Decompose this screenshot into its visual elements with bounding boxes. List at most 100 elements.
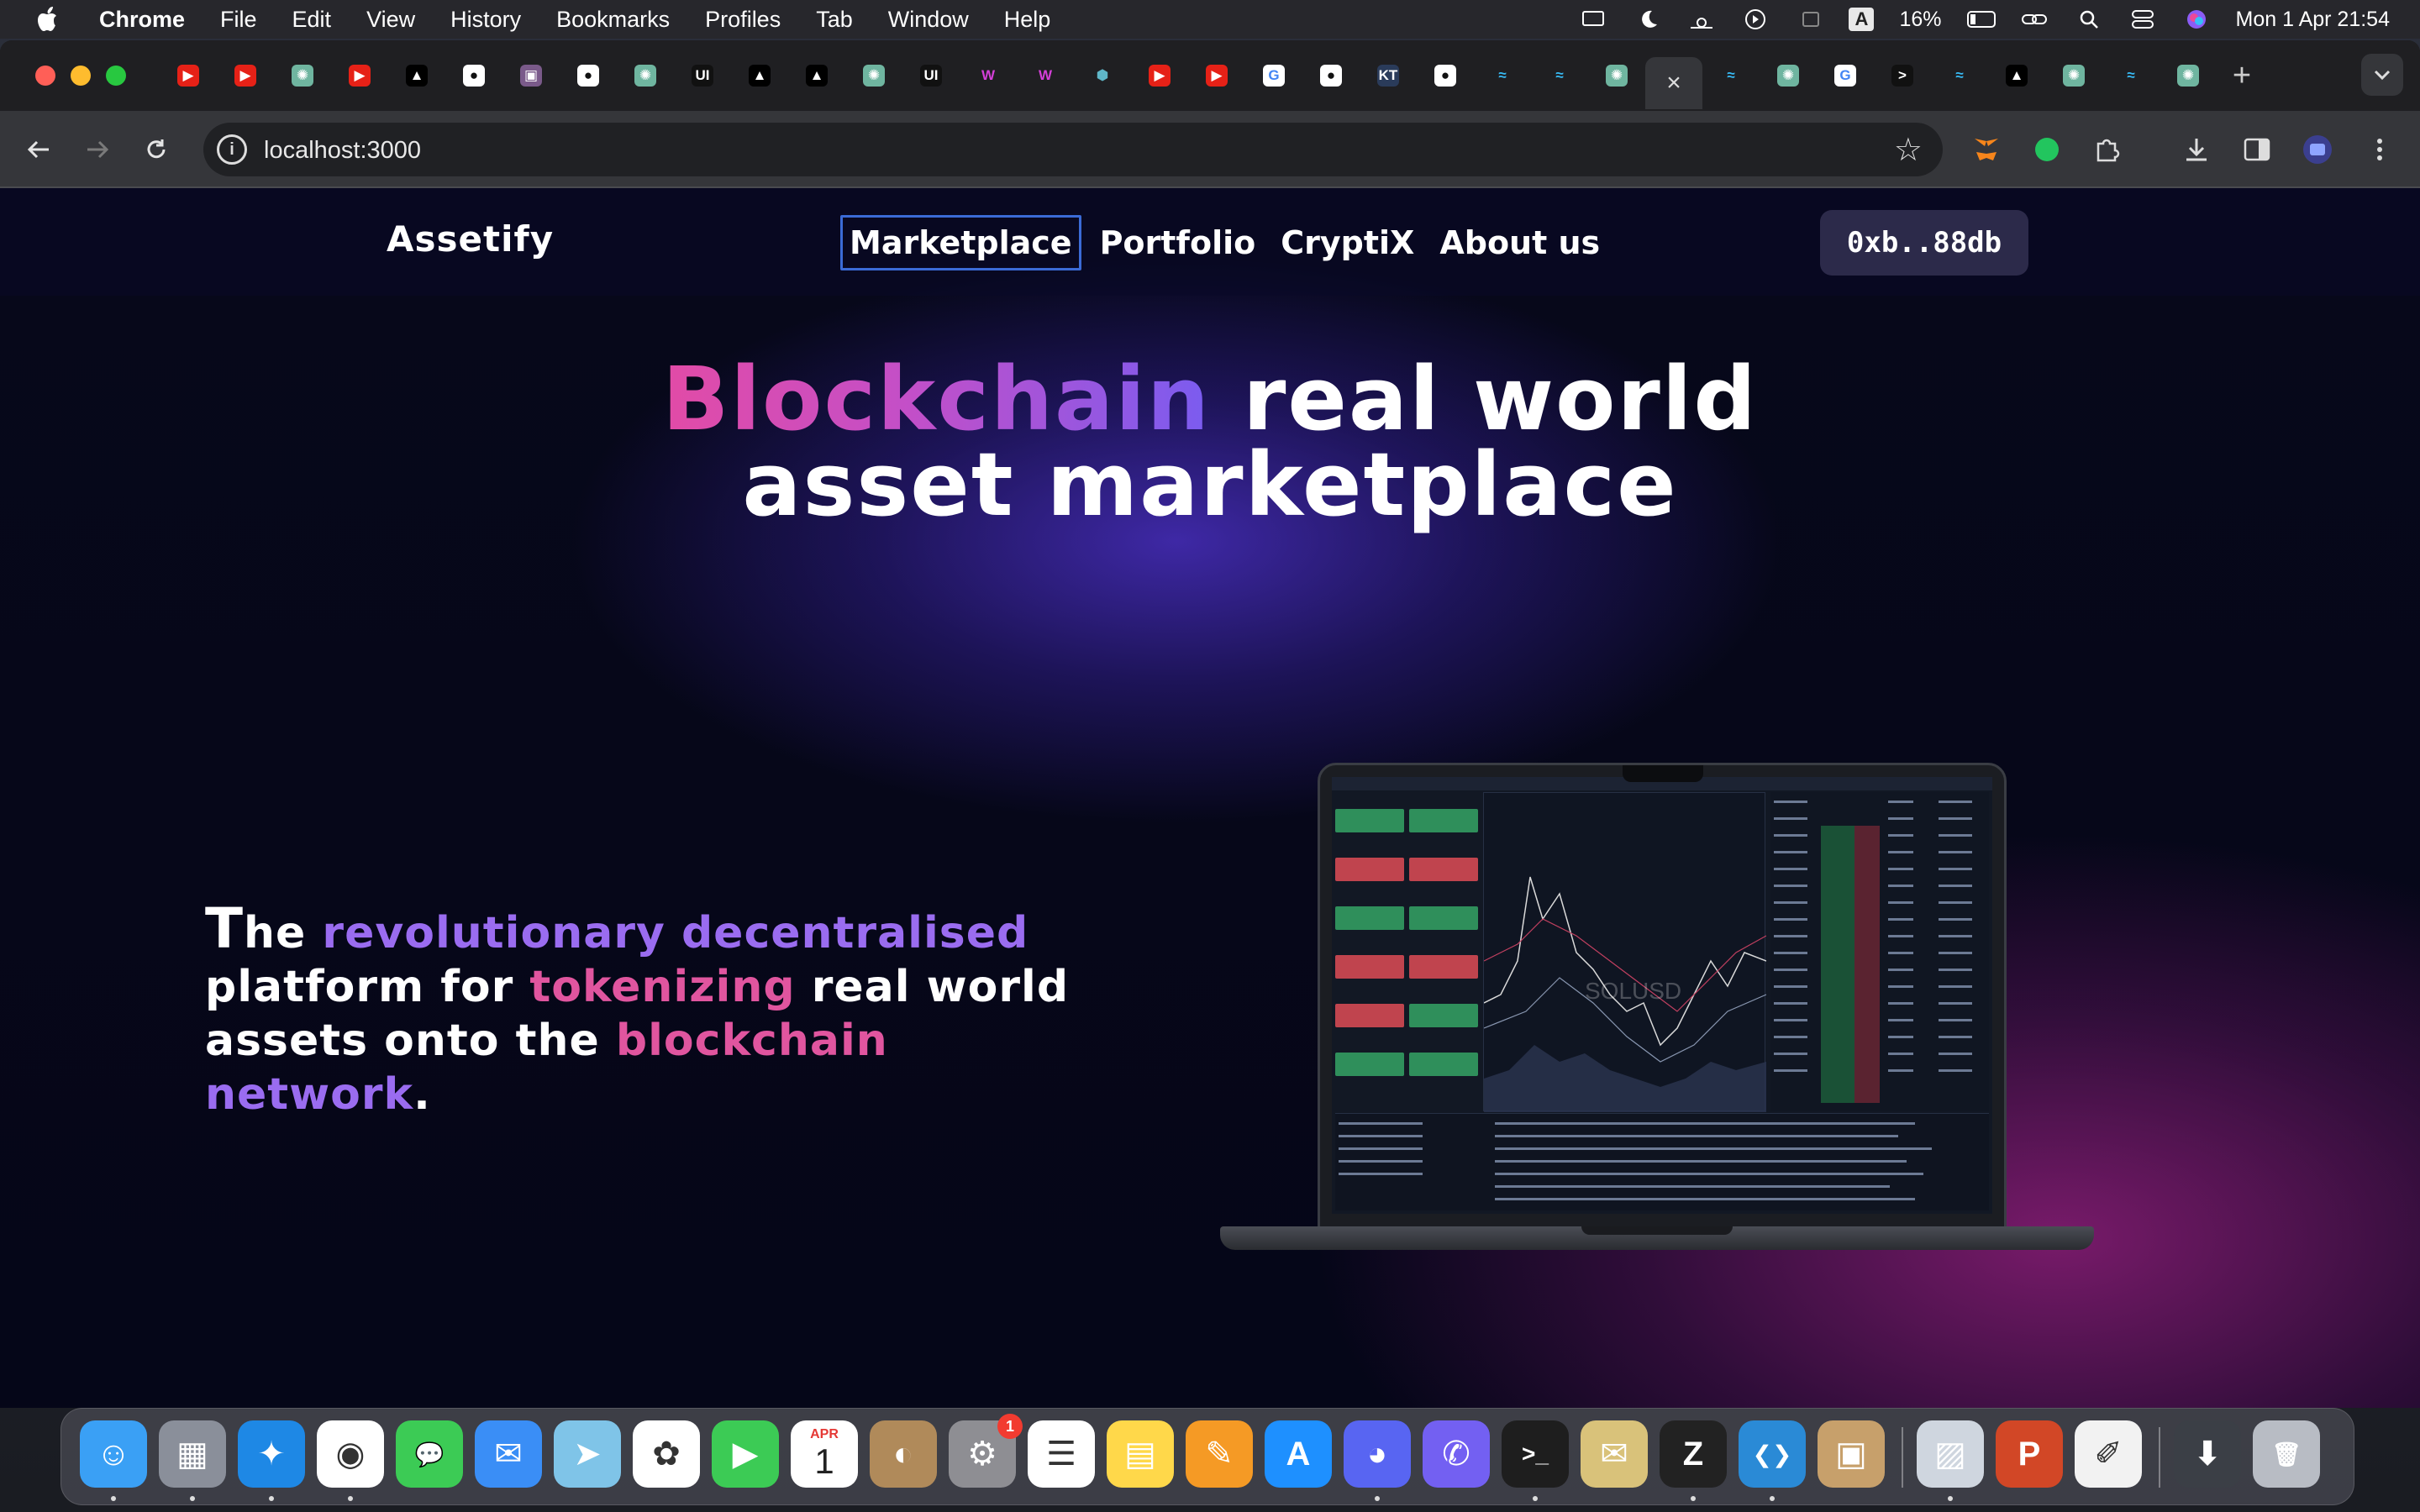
zed-icon[interactable]: Z xyxy=(1660,1420,1727,1488)
mail-app-icon[interactable]: ✉ xyxy=(1581,1420,1648,1488)
site-info-icon[interactable]: i xyxy=(217,134,247,165)
tab-21[interactable]: KT xyxy=(1360,57,1417,94)
tab-5[interactable]: ● xyxy=(445,57,502,94)
menu-file[interactable]: File xyxy=(220,7,257,33)
tab-33[interactable]: ✺ xyxy=(2045,57,2102,94)
play-circle-icon[interactable] xyxy=(1741,8,1770,31)
nav-marketplace[interactable]: Marketplace xyxy=(840,215,1081,270)
mail-icon[interactable]: ✉ xyxy=(475,1420,542,1488)
menu-tab[interactable]: Tab xyxy=(816,7,853,33)
minimize-window-button[interactable] xyxy=(71,66,91,86)
messages-icon[interactable]: 💬 xyxy=(396,1420,463,1488)
tab-0[interactable]: ▶ xyxy=(160,57,217,94)
calendar-icon[interactable]: APR 1 xyxy=(791,1420,858,1488)
tab-19[interactable]: G xyxy=(1245,57,1302,94)
pages-icon[interactable]: ✎ xyxy=(1186,1420,1253,1488)
tab-28[interactable]: ✺ xyxy=(1760,57,1817,94)
green-extension-icon[interactable] xyxy=(2027,129,2067,170)
safari-icon[interactable]: ✦ xyxy=(238,1420,305,1488)
tab-32[interactable]: ▲ xyxy=(1988,57,2045,94)
screen-share-icon[interactable] xyxy=(1580,8,1608,31)
tab-12[interactable]: ✺ xyxy=(845,57,902,94)
search-icon[interactable] xyxy=(2075,8,2103,31)
vscode-icon[interactable]: ❮❯ xyxy=(1739,1420,1806,1488)
tab-17[interactable]: ▶ xyxy=(1131,57,1188,94)
maps-icon[interactable]: ➤ xyxy=(554,1420,621,1488)
clock[interactable]: Mon 1 Apr 21:54 xyxy=(2236,8,2390,32)
chrome-icon[interactable]: ◉ xyxy=(317,1420,384,1488)
stage-manager-icon[interactable] xyxy=(1795,8,1823,31)
system-settings-icon[interactable]: ⚙ 1 xyxy=(949,1414,1023,1488)
finder-icon[interactable]: ☺ xyxy=(80,1420,147,1488)
terminal-icon[interactable]: >_ xyxy=(1502,1420,1569,1488)
box-icon[interactable]: ▣ xyxy=(1818,1420,1885,1488)
trash-icon[interactable]: 🗑 xyxy=(2253,1420,2320,1488)
tab-15[interactable]: W xyxy=(1017,57,1074,94)
tab-search-button[interactable] xyxy=(2361,54,2403,96)
chrome-menu-icon[interactable] xyxy=(2360,129,2400,170)
profile-avatar[interactable] xyxy=(2297,129,2338,170)
notes-icon[interactable]: ▤ xyxy=(1107,1420,1174,1488)
discord-icon[interactable]: ◕ xyxy=(1344,1420,1411,1488)
tab-9[interactable]: UI xyxy=(674,57,731,94)
reload-button[interactable] xyxy=(138,131,175,168)
forward-button[interactable] xyxy=(79,131,116,168)
side-panel-icon[interactable] xyxy=(2237,129,2277,170)
menu-help[interactable]: Help xyxy=(1004,7,1051,33)
nav-about-us[interactable]: About us xyxy=(1433,218,1607,268)
nav-portfolio[interactable]: Portfolio xyxy=(1093,218,1263,268)
tab-30[interactable]: > xyxy=(1874,57,1931,94)
bookmark-star-icon[interactable]: ☆ xyxy=(1894,131,1923,169)
app-store-icon[interactable]: A xyxy=(1265,1420,1332,1488)
link-icon[interactable] xyxy=(2021,8,2049,31)
address-bar[interactable]: i localhost:3000 ☆ xyxy=(203,123,1943,176)
tab-6[interactable]: ▣ xyxy=(502,57,560,94)
contacts-icon[interactable]: ◐ xyxy=(870,1420,937,1488)
tab-18[interactable]: ▶ xyxy=(1188,57,1245,94)
tab-35[interactable]: ✺ xyxy=(2160,57,2217,94)
new-tab-button[interactable]: + xyxy=(2217,57,2267,94)
url-text[interactable]: localhost:3000 xyxy=(264,137,421,165)
menu-history[interactable]: History xyxy=(450,7,521,33)
tab-14[interactable]: W xyxy=(960,57,1017,94)
tab-22[interactable]: ● xyxy=(1417,57,1474,94)
battery-icon[interactable] xyxy=(1966,8,1996,31)
tab-34[interactable]: ≈ xyxy=(2102,57,2160,94)
nav-cryptix[interactable]: CryptiX xyxy=(1274,218,1421,268)
photos-icon[interactable]: ✿ xyxy=(633,1420,700,1488)
menu-bookmarks[interactable]: Bookmarks xyxy=(556,7,670,33)
tab-4[interactable]: ▲ xyxy=(388,57,445,94)
tab-3[interactable]: ▶ xyxy=(331,57,388,94)
tab-25[interactable]: ✺ xyxy=(1588,57,1645,94)
moon-icon[interactable] xyxy=(1634,8,1662,31)
site-logo[interactable]: Assetify xyxy=(387,218,554,260)
back-button[interactable] xyxy=(20,131,57,168)
tab-2[interactable]: ✺ xyxy=(274,57,331,94)
powerpoint-icon[interactable]: P xyxy=(1996,1420,2063,1488)
tab-31[interactable]: ≈ xyxy=(1931,57,1988,94)
apple-icon[interactable] xyxy=(34,4,64,34)
download-icon[interactable] xyxy=(2176,129,2217,170)
tab-27[interactable]: ≈ xyxy=(1702,57,1760,94)
tab-23[interactable]: ≈ xyxy=(1474,57,1531,94)
siri-icon[interactable] xyxy=(2182,8,2211,31)
tab-10[interactable]: ▲ xyxy=(731,57,788,94)
tab-29[interactable]: G xyxy=(1817,57,1874,94)
control-center-icon[interactable] xyxy=(2128,8,2157,31)
tab-13[interactable]: UI xyxy=(902,57,960,94)
launchpad-icon[interactable]: ▦ xyxy=(159,1420,226,1488)
input-source-indicator[interactable]: A xyxy=(1849,8,1875,31)
brightness-icon[interactable] xyxy=(1687,8,1716,31)
menu-edit[interactable]: Edit xyxy=(292,7,332,33)
viber-icon[interactable]: ✆ xyxy=(1423,1420,1490,1488)
close-tab-icon[interactable]: × xyxy=(1663,69,1685,97)
menu-view[interactable]: View xyxy=(366,7,415,33)
menu-profiles[interactable]: Profiles xyxy=(705,7,781,33)
textedit-icon[interactable]: ✐ xyxy=(2075,1420,2142,1488)
menu-window[interactable]: Window xyxy=(888,7,969,33)
active-tab[interactable]: × xyxy=(1645,57,1702,109)
metamask-extension-icon[interactable] xyxy=(1966,129,2007,170)
wallet-address-button[interactable]: 0xb..88db xyxy=(1820,210,2028,276)
tab-16[interactable]: ⬢ xyxy=(1074,57,1131,94)
downloads-icon[interactable]: ⬇ xyxy=(2174,1420,2241,1488)
